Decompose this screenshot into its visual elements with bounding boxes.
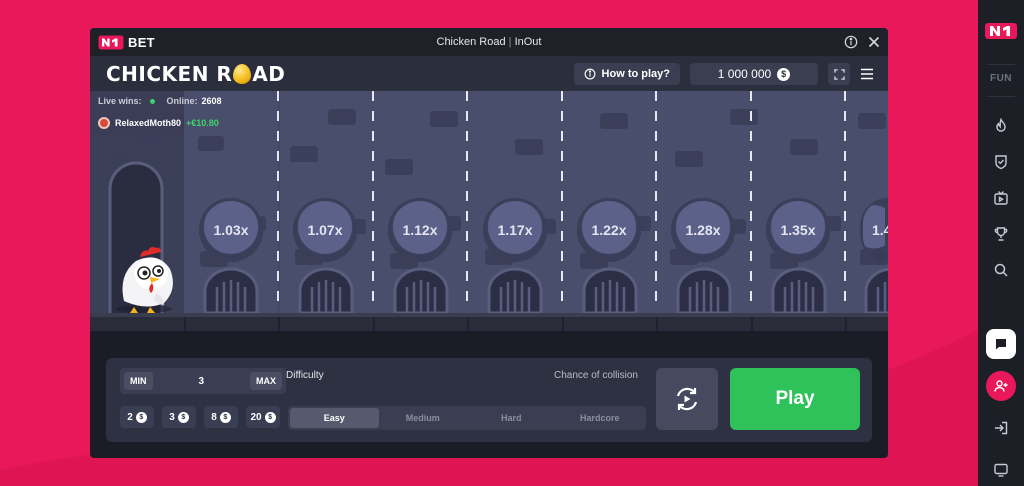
right-sidebar: FUN [978, 0, 1024, 486]
online-dot-icon [149, 98, 155, 104]
balance-value: 1 000 000 [717, 67, 772, 81]
live-win-entry: RelaxedMoth80 +€10.80 [90, 113, 219, 133]
menu-icon[interactable] [860, 68, 874, 80]
sidebar-login-icon[interactable] [986, 413, 1016, 443]
difficulty-hardcore[interactable]: Hardcore [556, 408, 645, 428]
info-icon[interactable] [844, 35, 858, 49]
lane-divider [655, 91, 657, 311]
sidebar-divider [987, 96, 1015, 97]
difficulty-label: Difficulty [286, 370, 324, 381]
provider-name: InOut [514, 36, 542, 48]
difficulty-hard[interactable]: Hard [467, 408, 556, 428]
sidebar-monitor-icon[interactable] [986, 455, 1016, 485]
title-separator: | [508, 36, 512, 48]
multiplier-lane-4[interactable]: 1.17x [483, 198, 547, 262]
bet-box: MIN 3 MAX 2 $ 3 $ 8 $ 20 $ [120, 368, 286, 432]
balance-display: 1 000 000 $ [690, 63, 818, 85]
sidebar-divider [987, 64, 1015, 65]
n1-logo-icon[interactable] [984, 20, 1018, 42]
fullscreen-button[interactable] [828, 63, 850, 85]
sidebar-search-icon[interactable] [986, 255, 1016, 285]
winner-amount: +€10.80 [186, 118, 219, 128]
n1-brand-icon [98, 35, 124, 49]
difficulty-medium[interactable]: Medium [379, 408, 468, 428]
lane-divider [561, 91, 563, 311]
chip-value: 8 [211, 411, 217, 423]
multiplier-lane-1[interactable]: 1.03x [199, 198, 263, 262]
sidebar-add-user-button[interactable] [986, 371, 1016, 401]
window-titlebar: BET Chicken Road | InOut [90, 28, 888, 57]
brand: BET [98, 35, 155, 50]
info-circle-icon [584, 68, 595, 80]
multiplier-lane-7[interactable]: 1.35x [766, 198, 830, 262]
multiplier-lane-2[interactable]: 1.07x [293, 198, 357, 262]
difficulty-easy[interactable]: Easy [290, 408, 379, 428]
lane-divider [844, 91, 846, 311]
coin-icon: $ [135, 411, 147, 423]
multiplier-lane-3[interactable]: 1.12x [388, 198, 452, 262]
live-wins-label: Live wins: [98, 96, 142, 106]
brand-label: BET [128, 34, 155, 50]
how-to-play-button[interactable]: How to play? [573, 63, 680, 85]
autoplay-button[interactable] [656, 368, 718, 430]
play-button[interactable]: Play [730, 368, 860, 430]
fun-mode-label: FUN [989, 73, 1013, 84]
window-title: Chicken Road | InOut [90, 36, 888, 48]
game-window: BET Chicken Road | InOut CHICKEN R AD Ho… [90, 28, 888, 458]
multiplier-lane-6[interactable]: 1.28x [671, 198, 735, 262]
golden-egg-icon [233, 64, 252, 84]
lane-divider [372, 91, 374, 311]
avatar-icon [98, 117, 110, 129]
online-count: 2608 [201, 96, 222, 106]
sidebar-fire-icon[interactable] [986, 111, 1016, 141]
chip-button-2[interactable]: 2 $ [120, 406, 154, 428]
game-title-part2: AD [252, 62, 286, 86]
game-name: Chicken Road [436, 36, 506, 48]
bet-amount-input[interactable]: 3 [198, 376, 204, 387]
add-user-icon [994, 380, 1008, 392]
header-actions: How to play? 1 000 000 $ [573, 63, 874, 85]
sidebar-trophy-icon[interactable] [986, 219, 1016, 249]
game-scene: 1.03x 1.07x 1.12x 1.17x 1.22x 1.28x 1.35… [90, 91, 888, 331]
controls-panel: MIN 3 MAX 2 $ 3 $ 8 $ 20 $ Difficulty Chance… [106, 358, 872, 442]
chip-value: 3 [169, 411, 175, 423]
bet-amount-row: MIN 3 MAX [120, 368, 286, 394]
min-bet-button[interactable]: MIN [124, 372, 153, 390]
coin-icon: $ [777, 67, 791, 81]
game-title: CHICKEN R AD [106, 62, 285, 86]
fullscreen-icon [833, 68, 845, 80]
game-title-part1: CHICKEN R [106, 62, 233, 86]
chip-button-20[interactable]: 20 $ [246, 406, 280, 428]
coin-icon: $ [177, 411, 189, 423]
game-header: CHICKEN R AD How to play? 1 000 000 $ [90, 57, 888, 91]
online-label: Online: [166, 96, 198, 106]
close-icon[interactable] [868, 36, 880, 48]
chip-value: 20 [250, 411, 262, 423]
live-wins-header: Live wins: Online: 2608 [90, 91, 240, 111]
window-controls [844, 35, 880, 49]
difficulty-selector: Easy Medium Hard Hardcore [288, 406, 646, 430]
coin-icon: $ [264, 411, 276, 423]
chip-value: 2 [127, 411, 133, 423]
max-bet-button[interactable]: MAX [250, 372, 282, 390]
quick-bet-chips: 2 $ 3 $ 8 $ 20 $ [120, 406, 286, 428]
autoplay-icon [676, 387, 698, 411]
chance-of-collision-label: Chance of collision [554, 370, 638, 381]
chat-icon [996, 339, 1006, 350]
chip-button-3[interactable]: 3 $ [162, 406, 196, 428]
chip-button-8[interactable]: 8 $ [204, 406, 238, 428]
how-to-play-label: How to play? [601, 68, 670, 80]
sidebar-chat-button[interactable] [986, 329, 1016, 359]
sidebar-tv-icon[interactable] [986, 183, 1016, 213]
multiplier-lane-5[interactable]: 1.22x [577, 198, 641, 262]
lane-divider [750, 91, 752, 311]
coin-icon: $ [219, 411, 231, 423]
sidebar-shield-icon[interactable] [986, 147, 1016, 177]
lane-divider [277, 91, 279, 311]
lane-divider [466, 91, 468, 311]
winner-name: RelaxedMoth80 [115, 118, 182, 128]
